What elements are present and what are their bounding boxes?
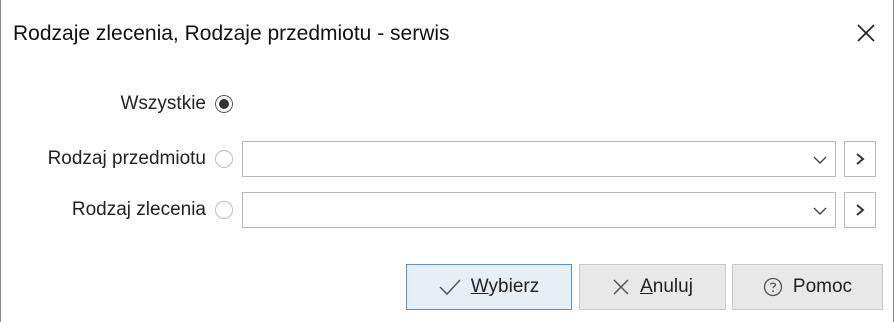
chevron-down-icon (813, 207, 827, 215)
help-button[interactable]: Pomoc (732, 264, 883, 310)
cancel-button[interactable]: Anuluj (579, 264, 726, 310)
close-icon (613, 279, 629, 295)
close-button[interactable] (849, 16, 883, 50)
cancel-button-label: Anuluj (640, 276, 693, 297)
select-button[interactable]: Wybierz (406, 264, 572, 310)
option-order-type-radio[interactable] (215, 201, 233, 219)
close-icon (857, 24, 875, 42)
order-type-open-button[interactable] (844, 192, 876, 228)
item-type-combobox[interactable] (242, 141, 836, 177)
help-button-label: Pomoc (792, 276, 853, 297)
option-item-type-label: Rodzaj przedmiotu (47, 148, 206, 169)
select-button-label: Wybierz (470, 276, 540, 297)
dialog-title: Rodzaje zlecenia, Rodzaje przedmiotu - s… (13, 22, 450, 45)
option-all-label: Wszystkie (120, 93, 207, 114)
chevron-right-icon (856, 204, 865, 216)
chevron-right-icon (856, 153, 865, 165)
checkmark-icon (439, 279, 461, 296)
option-order-type-label: Rodzaj zlecenia (71, 199, 206, 220)
title-bar: Rodzaje zlecenia, Rodzaje przedmiotu - s… (1, 0, 893, 76)
chevron-down-icon (813, 156, 827, 164)
order-type-combobox[interactable] (242, 192, 836, 228)
option-item-type-radio[interactable] (215, 150, 233, 168)
help-circle-icon (763, 277, 783, 297)
dialog-window: Rodzaje zlecenia, Rodzaje przedmiotu - s… (0, 0, 894, 322)
item-type-open-button[interactable] (844, 141, 876, 177)
option-all-radio[interactable] (215, 95, 233, 113)
